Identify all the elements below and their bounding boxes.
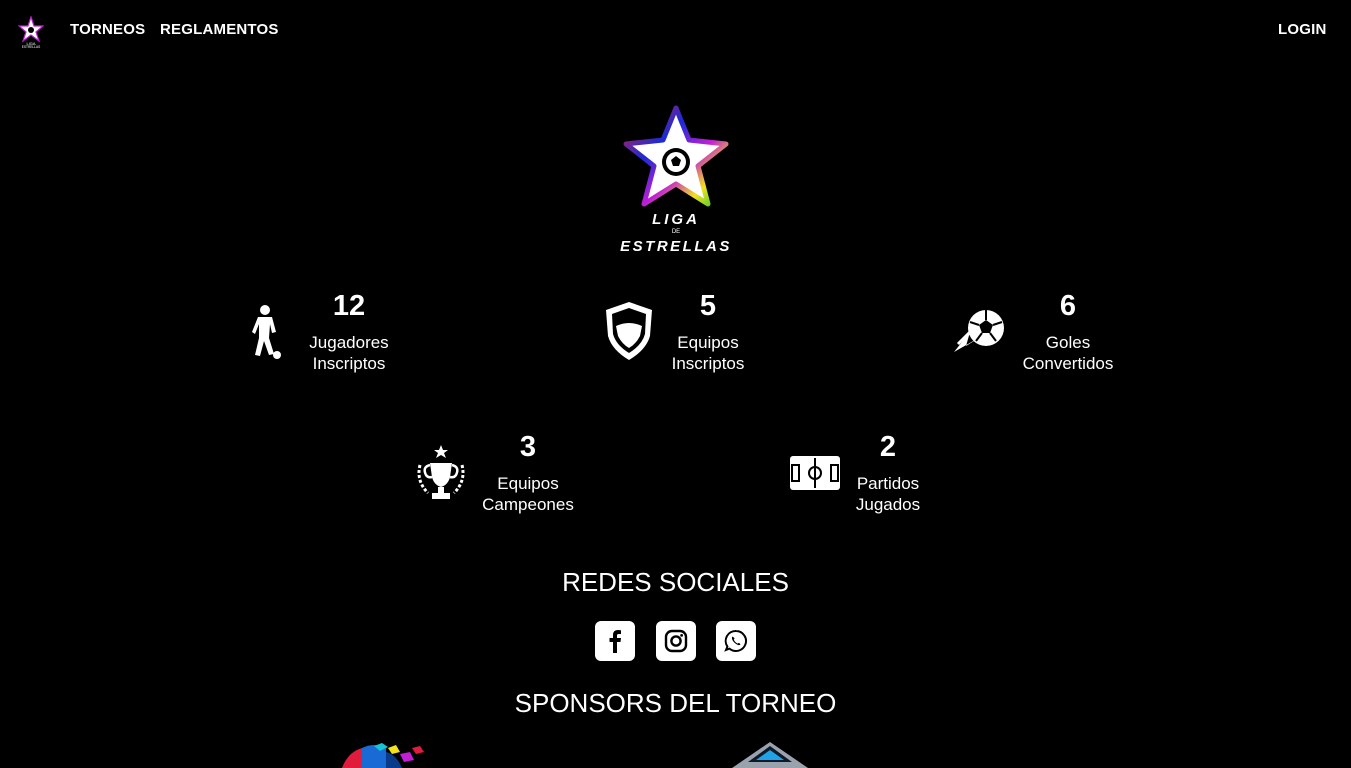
- stat-campeones: 3 Equipos Campeones: [414, 429, 634, 519]
- svg-text:ESTRELLAS: ESTRELLAS: [22, 45, 40, 48]
- stat-label: Equipos Inscriptos: [638, 332, 778, 374]
- logo-text-estrellas: ESTRELLAS: [620, 238, 732, 255]
- stat-label-line2: Inscriptos: [312, 354, 386, 373]
- logo-text-de: DE: [672, 229, 680, 235]
- whatsapp-icon: [724, 629, 747, 652]
- stat-partidos: 2 Partidos Jugados: [789, 429, 1009, 519]
- stat-value: 6: [1059, 290, 1077, 322]
- stat-value: 12: [332, 290, 366, 322]
- stat-jugadores: 12 Jugadores Inscriptos: [250, 288, 470, 378]
- stat-label-line1: Partidos: [856, 474, 920, 493]
- sponsor-logo-1[interactable]: [338, 742, 430, 768]
- sponsor-logo-2[interactable]: [730, 740, 810, 768]
- login-link[interactable]: LOGIN: [1278, 21, 1327, 38]
- nav-logo-icon[interactable]: LIGA ESTRELLAS: [18, 16, 44, 48]
- stat-label: Jugadores Inscriptos: [279, 332, 419, 374]
- stat-label-line1: Equipos: [497, 474, 559, 493]
- stat-label-line1: Jugadores: [309, 333, 389, 352]
- stat-value: 3: [519, 431, 537, 463]
- stat-label-line1: Equipos: [677, 333, 739, 352]
- stat-label: Partidos Jugados: [818, 473, 958, 515]
- whatsapp-button[interactable]: [716, 621, 756, 661]
- stat-label-line1: Goles: [1045, 333, 1091, 352]
- stat-label-line2: Inscriptos: [671, 354, 745, 373]
- social-section-title: REDES SOCIALES: [562, 567, 789, 597]
- stat-equipos-inscriptos: 5 Equipos Inscriptos: [602, 288, 822, 378]
- instagram-icon: [664, 629, 688, 653]
- stat-label-line2: Campeones: [482, 495, 574, 514]
- nav-link-torneos[interactable]: TORNEOS: [70, 21, 145, 38]
- stat-label-line2: Jugados: [855, 495, 921, 514]
- facebook-icon: [609, 630, 621, 653]
- facebook-button[interactable]: [595, 621, 635, 661]
- stat-goles: 6 Goles Convertidos: [952, 288, 1172, 378]
- stat-label: Equipos Campeones: [458, 473, 598, 515]
- sponsors-section-title: SPONSORS DEL TORNEO: [514, 688, 837, 718]
- stat-label-line2: Convertidos: [1022, 354, 1114, 373]
- top-navbar: LIGA ESTRELLAS TORNEOS REGLAMENTOS LOGIN: [0, 0, 1351, 60]
- instagram-button[interactable]: [656, 621, 696, 661]
- stat-value: 5: [699, 290, 717, 322]
- logo-text-liga: LIGA: [652, 211, 700, 228]
- stat-label: Goles Convertidos: [998, 332, 1138, 374]
- liga-de-estrellas-logo: LIGA DE ESTRELLAS: [620, 105, 732, 255]
- stat-value: 2: [879, 431, 897, 463]
- nav-link-reglamentos[interactable]: REGLAMENTOS: [160, 21, 279, 38]
